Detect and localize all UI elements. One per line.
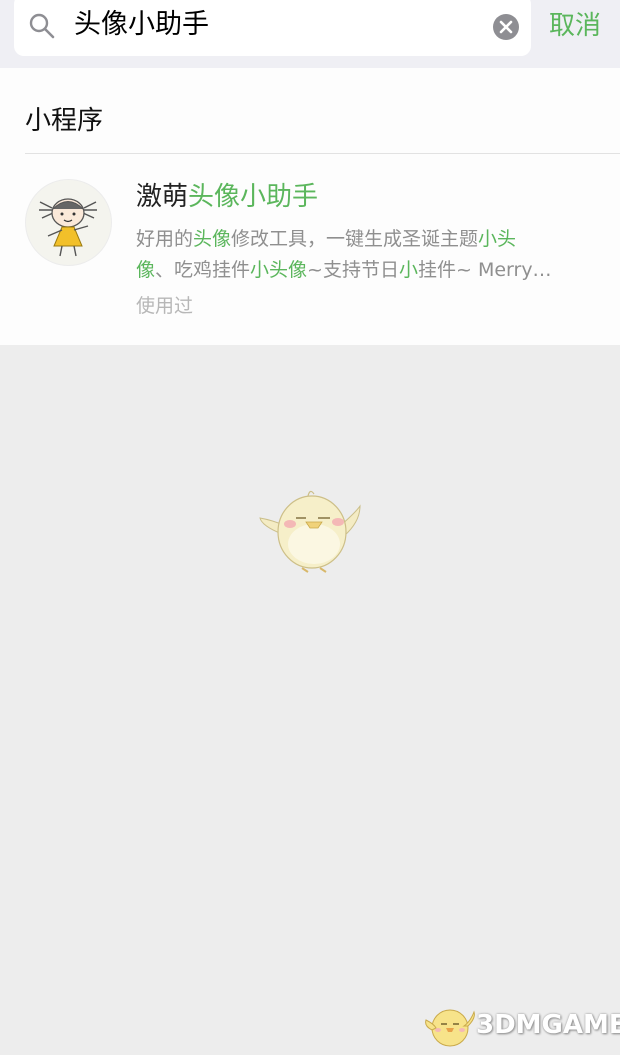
result-title-prefix: 激萌 xyxy=(136,182,189,212)
search-box[interactable]: 头像小助手 xyxy=(14,0,531,56)
desc-highlight: 小头像 xyxy=(250,259,308,281)
desc-text: 挂件~ Merry… xyxy=(417,259,552,281)
cancel-button[interactable]: 取消 xyxy=(549,8,601,44)
desc-text: 、吃鸡挂件 xyxy=(155,259,251,281)
clear-icon[interactable] xyxy=(492,13,520,41)
watermark-text: 3DMGAME xyxy=(476,1010,620,1040)
search-results: 小程序 激萌头像小助手 好用的头像修改工具，一键生成圣诞主题小头 像、吃鸡挂件小… xyxy=(0,68,620,345)
loading-mascot-icon xyxy=(259,490,361,573)
avatar xyxy=(25,179,112,266)
desc-text: 好用的 xyxy=(136,228,194,250)
section-title: 小程序 xyxy=(25,106,104,136)
result-title-highlight: 头像小助手 xyxy=(188,182,319,212)
watermark-bird-icon xyxy=(425,1009,475,1047)
search-icon xyxy=(29,13,55,39)
girl-avatar-icon xyxy=(39,198,97,257)
used-status: 使用过 xyxy=(136,295,194,317)
search-input[interactable]: 头像小助手 xyxy=(74,8,209,42)
desc-text: 修改工具，一键生成圣诞主题 xyxy=(231,228,479,250)
result-title: 激萌头像小助手 xyxy=(136,181,318,213)
desc-highlight: 小头 xyxy=(478,228,517,250)
description-line-1: 好用的头像修改工具，一键生成圣诞主题小头 xyxy=(136,224,596,255)
watermark: 3DMGAME xyxy=(424,1000,620,1050)
description-line-2: 像、吃鸡挂件小头像~支持节日小挂件~ Merry… xyxy=(136,255,596,286)
search-bar: 头像小助手 取消 xyxy=(0,0,620,68)
desc-highlight: 小 xyxy=(398,259,418,281)
result-description: 好用的头像修改工具，一键生成圣诞主题小头 像、吃鸡挂件小头像~支持节日小挂件~ … xyxy=(136,224,596,286)
desc-text: ~支持节日 xyxy=(307,259,399,281)
mini-program-result[interactable]: 激萌头像小助手 好用的头像修改工具，一键生成圣诞主题小头 像、吃鸡挂件小头像~支… xyxy=(0,154,620,345)
desc-highlight: 像 xyxy=(136,259,156,281)
desc-highlight: 头像 xyxy=(193,228,232,250)
